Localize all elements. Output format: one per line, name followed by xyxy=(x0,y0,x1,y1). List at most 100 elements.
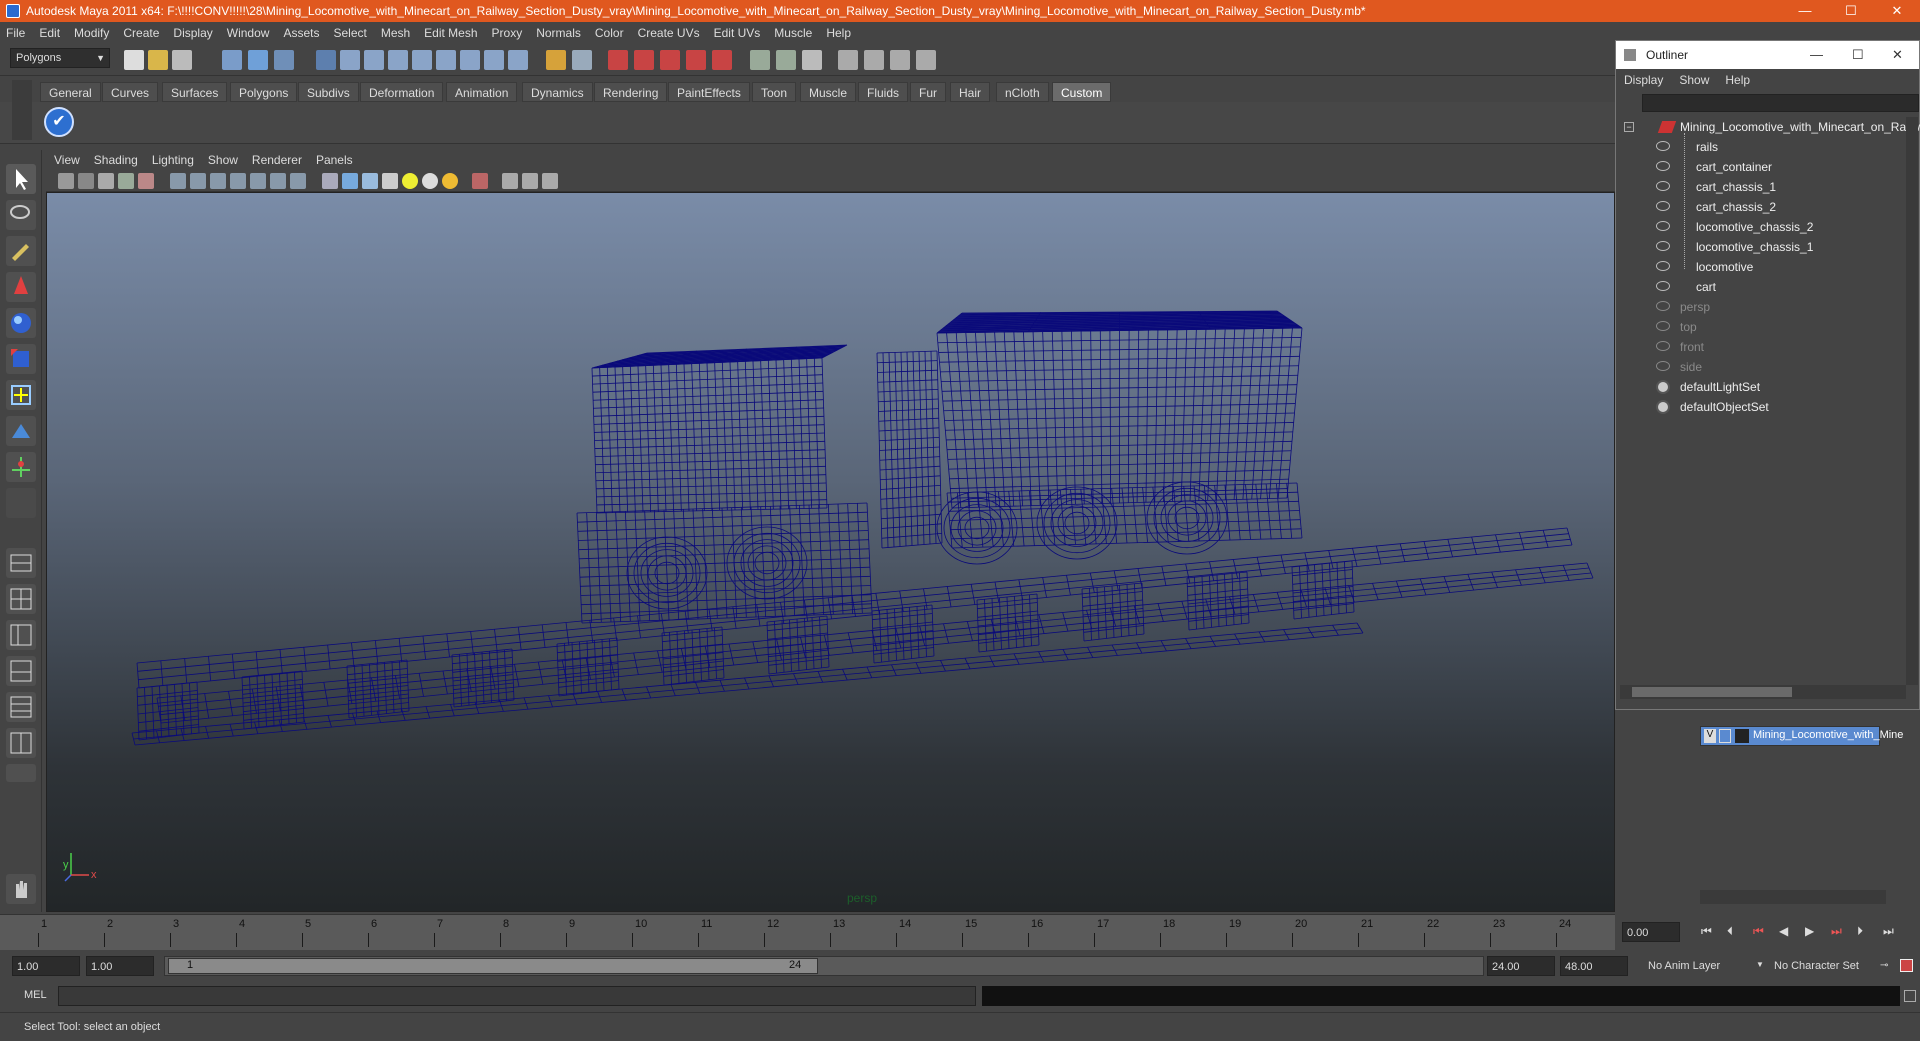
tab-dynamics[interactable]: Dynamics xyxy=(522,82,593,102)
tab-deformation[interactable]: Deformation xyxy=(360,82,444,102)
chevron-down-icon[interactable]: ▼ xyxy=(1756,960,1764,969)
layout-collapse-icon[interactable] xyxy=(6,764,36,782)
range-slider-handle[interactable]: 1 24 xyxy=(168,958,818,974)
rotate-tool-icon[interactable] xyxy=(6,308,36,338)
key-icon[interactable]: ⊸ xyxy=(1880,960,1888,971)
start-time-field[interactable]: 1.00 xyxy=(12,956,80,976)
current-time-field[interactable]: 0.00 xyxy=(1622,922,1680,942)
attribute-editor-icon[interactable] xyxy=(750,50,770,70)
layout-persp-outliner-icon[interactable] xyxy=(6,620,36,650)
outliner-menu-help[interactable]: Help xyxy=(1725,73,1750,87)
tab-subdivs[interactable]: Subdivs xyxy=(298,82,359,102)
step-back-key-icon[interactable]: ⏮ xyxy=(1753,924,1764,939)
universal-manipulator-icon[interactable] xyxy=(6,380,36,410)
scale-tool-icon[interactable] xyxy=(6,344,36,374)
tab-fur[interactable]: Fur xyxy=(910,82,946,102)
input-ops-icon[interactable] xyxy=(546,50,566,70)
channel-box-icon[interactable] xyxy=(802,50,822,70)
layout-persp-graph-icon[interactable] xyxy=(916,50,936,70)
outliner-horizontal-scrollbar[interactable] xyxy=(1620,685,1906,699)
open-scene-icon[interactable] xyxy=(148,50,168,70)
play-backwards-icon[interactable]: ◀ xyxy=(1779,924,1788,938)
script-editor-icon[interactable] xyxy=(1904,990,1916,1002)
playback-start-field[interactable]: 1.00 xyxy=(86,956,154,976)
menu-help[interactable]: Help xyxy=(826,26,851,40)
xray-icon[interactable] xyxy=(502,173,518,189)
high-quality-icon[interactable] xyxy=(442,173,458,189)
xray-components-icon[interactable] xyxy=(542,173,558,189)
select-tool-icon[interactable] xyxy=(6,164,36,194)
layout-hypershade-icon[interactable] xyxy=(6,692,36,722)
hand-tool-icon[interactable] xyxy=(6,874,36,904)
tab-fluids[interactable]: Fluids xyxy=(858,82,909,102)
tab-hair[interactable]: Hair xyxy=(950,82,991,102)
textured-icon[interactable] xyxy=(382,173,398,189)
snap-curve-icon[interactable] xyxy=(364,50,384,70)
safe-title-icon[interactable] xyxy=(290,173,306,189)
lasso-tool-icon[interactable] xyxy=(6,200,36,230)
tab-rendering[interactable]: Rendering xyxy=(594,82,668,102)
safe-action-icon[interactable] xyxy=(270,173,286,189)
render-frame-icon[interactable] xyxy=(608,50,628,70)
play-forwards-icon[interactable]: ▶ xyxy=(1805,924,1814,938)
camera-attributes-icon[interactable] xyxy=(78,173,94,189)
panel-menu-lighting[interactable]: Lighting xyxy=(152,153,194,167)
mel-input[interactable] xyxy=(58,986,976,1006)
save-scene-icon[interactable] xyxy=(172,50,192,70)
shelf-options-handle[interactable] xyxy=(12,80,32,140)
layer-row[interactable]: V Mining_Locomotive_with_Mine xyxy=(1700,726,1903,746)
close-button[interactable]: ✕ xyxy=(1874,0,1920,22)
menu-edit[interactable]: Edit xyxy=(39,26,60,40)
two-d-pan-zoom-icon[interactable] xyxy=(138,173,154,189)
menu-display[interactable]: Display xyxy=(173,26,212,40)
tab-muscle[interactable]: Muscle xyxy=(800,82,857,102)
film-gate-icon[interactable] xyxy=(190,173,206,189)
step-forward-frame-icon[interactable]: ⏵ xyxy=(1857,924,1863,939)
panel-menu-shading[interactable]: Shading xyxy=(94,153,138,167)
snap-point-icon[interactable] xyxy=(388,50,408,70)
isolate-select-icon[interactable] xyxy=(472,173,488,189)
outliner-close-button[interactable]: ✕ xyxy=(1892,41,1903,69)
ipr-render-icon[interactable] xyxy=(634,50,654,70)
layout-persp-graph-icon[interactable] xyxy=(6,656,36,686)
maximize-button[interactable]: ☐ xyxy=(1828,0,1874,22)
minimize-button[interactable]: — xyxy=(1782,0,1828,22)
tab-painteffects[interactable]: PaintEffects xyxy=(668,82,750,102)
tab-polygons[interactable]: Polygons xyxy=(230,82,298,102)
layout-single-pane-icon[interactable] xyxy=(6,548,36,578)
tool-settings-icon[interactable] xyxy=(776,50,796,70)
collapse-toggle-icon[interactable]: − xyxy=(1624,122,1634,132)
smooth-shade-icon[interactable] xyxy=(342,173,358,189)
outliner-scroll-thumb[interactable] xyxy=(1632,687,1792,697)
layout-outliner-graph-icon[interactable] xyxy=(6,728,36,758)
resolution-gate-icon[interactable] xyxy=(210,173,226,189)
menu-select[interactable]: Select xyxy=(333,26,366,40)
layout-persp-outliner-icon[interactable] xyxy=(890,50,910,70)
panel-menu-view[interactable]: View xyxy=(54,153,80,167)
snap-grid-icon[interactable] xyxy=(340,50,360,70)
panel-menu-panels[interactable]: Panels xyxy=(316,153,353,167)
outliner-vertical-scrollbar[interactable] xyxy=(1906,117,1918,685)
perspective-viewport[interactable]: y x persp xyxy=(46,192,1615,912)
mel-label[interactable]: MEL xyxy=(24,989,47,1001)
snap-view-icon[interactable] xyxy=(460,50,480,70)
grid-toggle-icon[interactable] xyxy=(170,173,186,189)
use-all-lights-icon[interactable] xyxy=(402,173,418,189)
lock-selection-icon[interactable] xyxy=(316,50,336,70)
bookmark-icon[interactable] xyxy=(98,173,114,189)
layout-single-icon[interactable] xyxy=(838,50,858,70)
auto-key-icon[interactable] xyxy=(1900,959,1913,972)
wireframe-on-shaded-icon[interactable] xyxy=(362,173,378,189)
select-object-icon[interactable] xyxy=(248,50,268,70)
end-time-field[interactable]: 48.00 xyxy=(1560,956,1628,976)
shadows-icon[interactable] xyxy=(422,173,438,189)
snap-surface-icon[interactable] xyxy=(436,50,456,70)
snap-plane-icon[interactable] xyxy=(412,50,432,70)
gate-mask-icon[interactable] xyxy=(230,173,246,189)
tab-ncloth[interactable]: nCloth xyxy=(996,82,1049,102)
paint-select-tool-icon[interactable] xyxy=(6,236,36,266)
construction-history-icon[interactable] xyxy=(484,50,504,70)
layer-color-swatch[interactable] xyxy=(1735,729,1749,743)
menu-normals[interactable]: Normals xyxy=(536,26,581,40)
layer-template-toggle[interactable] xyxy=(1719,729,1731,743)
